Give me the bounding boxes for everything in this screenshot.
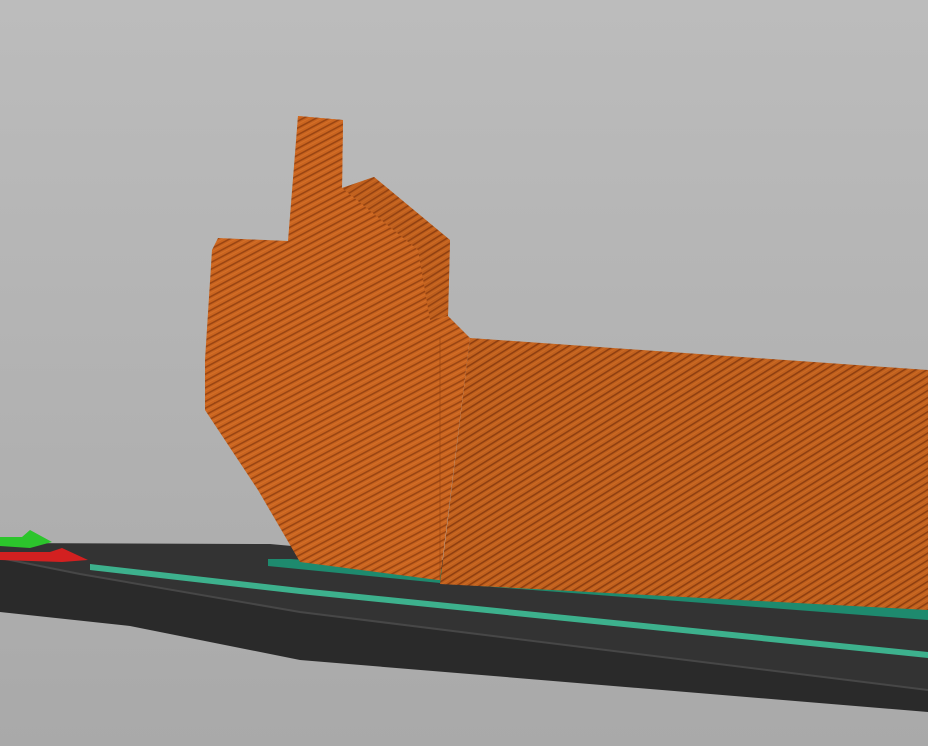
scene bbox=[0, 0, 928, 746]
model-side-face bbox=[440, 338, 928, 610]
3d-viewport[interactable] bbox=[0, 0, 928, 746]
